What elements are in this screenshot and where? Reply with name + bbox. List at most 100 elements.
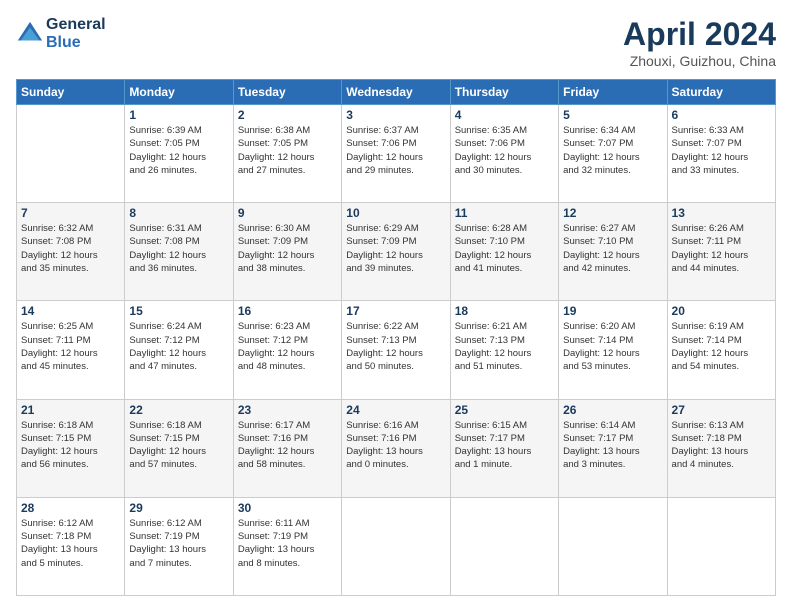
page: General Blue April 2024 Zhouxi, Guizhou,… bbox=[0, 0, 792, 612]
table-row bbox=[17, 105, 125, 203]
day-info: Sunrise: 6:21 AM Sunset: 7:13 PM Dayligh… bbox=[455, 320, 554, 373]
day-info: Sunrise: 6:15 AM Sunset: 7:17 PM Dayligh… bbox=[455, 419, 554, 472]
location: Zhouxi, Guizhou, China bbox=[623, 53, 776, 69]
col-friday: Friday bbox=[559, 80, 667, 105]
calendar-week-row: 7 Sunrise: 6:32 AM Sunset: 7:08 PM Daylig… bbox=[17, 203, 776, 301]
col-monday: Monday bbox=[125, 80, 233, 105]
title-area: April 2024 Zhouxi, Guizhou, China bbox=[623, 16, 776, 69]
table-row: 20Sunrise: 6:19 AM Sunset: 7:14 PM Dayli… bbox=[667, 301, 775, 399]
day-number: 29 bbox=[129, 501, 228, 515]
day-number: 14 bbox=[21, 304, 120, 318]
table-row bbox=[667, 497, 775, 595]
calendar-week-row: 14 Sunrise: 6:25 AM Sunset: 7:11 PM Dayli… bbox=[17, 301, 776, 399]
day-info: Sunrise: 6:29 AM Sunset: 7:09 PM Dayligh… bbox=[346, 222, 445, 275]
day-number: 26 bbox=[563, 403, 662, 417]
table-row: 27Sunrise: 6:13 AM Sunset: 7:18 PM Dayli… bbox=[667, 399, 775, 497]
day-number: 30 bbox=[238, 501, 337, 515]
day-number: 2 bbox=[238, 108, 337, 122]
col-saturday: Saturday bbox=[667, 80, 775, 105]
day-info: Sunrise: 6:16 AM Sunset: 7:16 PM Dayligh… bbox=[346, 419, 445, 472]
day-number: 15 bbox=[129, 304, 228, 318]
logo-text: General Blue bbox=[46, 16, 106, 52]
table-row: 15 Sunrise: 6:24 AM Sunset: 7:12 PM Dayli… bbox=[125, 301, 233, 399]
logo: General Blue bbox=[16, 16, 106, 52]
calendar-week-row: 1 Sunrise: 6:39 AM Sunset: 7:05 PM Daylig… bbox=[17, 105, 776, 203]
table-row: 5 Sunrise: 6:34 AM Sunset: 7:07 PM Daylig… bbox=[559, 105, 667, 203]
table-row: 6 Sunrise: 6:33 AM Sunset: 7:07 PM Daylig… bbox=[667, 105, 775, 203]
day-number: 25 bbox=[455, 403, 554, 417]
day-number: 24 bbox=[346, 403, 445, 417]
table-row: 13 Sunrise: 6:26 AM Sunset: 7:11 PM Dayli… bbox=[667, 203, 775, 301]
day-info: Sunrise: 6:32 AM Sunset: 7:08 PM Dayligh… bbox=[21, 222, 120, 275]
day-number: 7 bbox=[21, 206, 120, 220]
table-row: 29 Sunrise: 6:12 AM Sunset: 7:19 PM Dayli… bbox=[125, 497, 233, 595]
day-info: Sunrise: 6:35 AM Sunset: 7:06 PM Dayligh… bbox=[455, 124, 554, 177]
day-info: Sunrise: 6:37 AM Sunset: 7:06 PM Dayligh… bbox=[346, 124, 445, 177]
day-number: 3 bbox=[346, 108, 445, 122]
day-info: Sunrise: 6:23 AM Sunset: 7:12 PM Dayligh… bbox=[238, 320, 337, 373]
day-info: Sunrise: 6:19 AM Sunset: 7:14 PM Dayligh… bbox=[672, 320, 771, 373]
table-row bbox=[559, 497, 667, 595]
table-row: 10 Sunrise: 6:29 AM Sunset: 7:09 PM Dayli… bbox=[342, 203, 450, 301]
day-info: Sunrise: 6:25 AM Sunset: 7:11 PM Dayligh… bbox=[21, 320, 120, 373]
day-info: Sunrise: 6:13 AM Sunset: 7:18 PM Dayligh… bbox=[672, 419, 771, 472]
day-number: 13 bbox=[672, 206, 771, 220]
day-info: Sunrise: 6:18 AM Sunset: 7:15 PM Dayligh… bbox=[129, 419, 228, 472]
day-info: Sunrise: 6:31 AM Sunset: 7:08 PM Dayligh… bbox=[129, 222, 228, 275]
table-row: 26Sunrise: 6:14 AM Sunset: 7:17 PM Dayli… bbox=[559, 399, 667, 497]
day-number: 10 bbox=[346, 206, 445, 220]
table-row: 16Sunrise: 6:23 AM Sunset: 7:12 PM Dayli… bbox=[233, 301, 341, 399]
table-row: 14 Sunrise: 6:25 AM Sunset: 7:11 PM Dayli… bbox=[17, 301, 125, 399]
table-row: 21 Sunrise: 6:18 AM Sunset: 7:15 PM Dayli… bbox=[17, 399, 125, 497]
day-info: Sunrise: 6:39 AM Sunset: 7:05 PM Dayligh… bbox=[129, 124, 228, 177]
day-number: 8 bbox=[129, 206, 228, 220]
day-number: 6 bbox=[672, 108, 771, 122]
day-number: 22 bbox=[129, 403, 228, 417]
day-number: 5 bbox=[563, 108, 662, 122]
table-row: 2Sunrise: 6:38 AM Sunset: 7:05 PM Daylig… bbox=[233, 105, 341, 203]
table-row: 30 Sunrise: 6:11 AM Sunset: 7:19 PM Dayli… bbox=[233, 497, 341, 595]
month-title: April 2024 bbox=[623, 16, 776, 53]
day-info: Sunrise: 6:34 AM Sunset: 7:07 PM Dayligh… bbox=[563, 124, 662, 177]
table-row: 19 Sunrise: 6:20 AM Sunset: 7:14 PM Dayli… bbox=[559, 301, 667, 399]
table-row: 12 Sunrise: 6:27 AM Sunset: 7:10 PM Dayli… bbox=[559, 203, 667, 301]
day-info: Sunrise: 6:30 AM Sunset: 7:09 PM Dayligh… bbox=[238, 222, 337, 275]
logo-icon bbox=[16, 20, 44, 48]
col-wednesday: Wednesday bbox=[342, 80, 450, 105]
day-number: 12 bbox=[563, 206, 662, 220]
table-row: 28Sunrise: 6:12 AM Sunset: 7:18 PM Dayli… bbox=[17, 497, 125, 595]
day-info: Sunrise: 6:26 AM Sunset: 7:11 PM Dayligh… bbox=[672, 222, 771, 275]
calendar-table: Sunday Monday Tuesday Wednesday Thursday… bbox=[16, 79, 776, 596]
table-row: 9 Sunrise: 6:30 AM Sunset: 7:09 PM Daylig… bbox=[233, 203, 341, 301]
table-row: 23Sunrise: 6:17 AM Sunset: 7:16 PM Dayli… bbox=[233, 399, 341, 497]
col-thursday: Thursday bbox=[450, 80, 558, 105]
calendar-week-row: 28Sunrise: 6:12 AM Sunset: 7:18 PM Dayli… bbox=[17, 497, 776, 595]
day-info: Sunrise: 6:20 AM Sunset: 7:14 PM Dayligh… bbox=[563, 320, 662, 373]
table-row: 22 Sunrise: 6:18 AM Sunset: 7:15 PM Dayli… bbox=[125, 399, 233, 497]
day-number: 21 bbox=[21, 403, 120, 417]
day-number: 17 bbox=[346, 304, 445, 318]
table-row bbox=[450, 497, 558, 595]
table-row: 25 Sunrise: 6:15 AM Sunset: 7:17 PM Dayli… bbox=[450, 399, 558, 497]
day-info: Sunrise: 6:33 AM Sunset: 7:07 PM Dayligh… bbox=[672, 124, 771, 177]
day-info: Sunrise: 6:18 AM Sunset: 7:15 PM Dayligh… bbox=[21, 419, 120, 472]
table-row bbox=[342, 497, 450, 595]
table-row: 11 Sunrise: 6:28 AM Sunset: 7:10 PM Dayli… bbox=[450, 203, 558, 301]
col-tuesday: Tuesday bbox=[233, 80, 341, 105]
calendar-week-row: 21 Sunrise: 6:18 AM Sunset: 7:15 PM Dayli… bbox=[17, 399, 776, 497]
day-info: Sunrise: 6:22 AM Sunset: 7:13 PM Dayligh… bbox=[346, 320, 445, 373]
day-info: Sunrise: 6:28 AM Sunset: 7:10 PM Dayligh… bbox=[455, 222, 554, 275]
day-number: 1 bbox=[129, 108, 228, 122]
day-number: 9 bbox=[238, 206, 337, 220]
table-row: 24 Sunrise: 6:16 AM Sunset: 7:16 PM Dayli… bbox=[342, 399, 450, 497]
col-sunday: Sunday bbox=[17, 80, 125, 105]
day-info: Sunrise: 6:11 AM Sunset: 7:19 PM Dayligh… bbox=[238, 517, 337, 570]
header-row: Sunday Monday Tuesday Wednesday Thursday… bbox=[17, 80, 776, 105]
day-number: 19 bbox=[563, 304, 662, 318]
day-info: Sunrise: 6:24 AM Sunset: 7:12 PM Dayligh… bbox=[129, 320, 228, 373]
day-info: Sunrise: 6:12 AM Sunset: 7:19 PM Dayligh… bbox=[129, 517, 228, 570]
day-number: 11 bbox=[455, 206, 554, 220]
day-info: Sunrise: 6:27 AM Sunset: 7:10 PM Dayligh… bbox=[563, 222, 662, 275]
table-row: 1 Sunrise: 6:39 AM Sunset: 7:05 PM Daylig… bbox=[125, 105, 233, 203]
day-number: 28 bbox=[21, 501, 120, 515]
